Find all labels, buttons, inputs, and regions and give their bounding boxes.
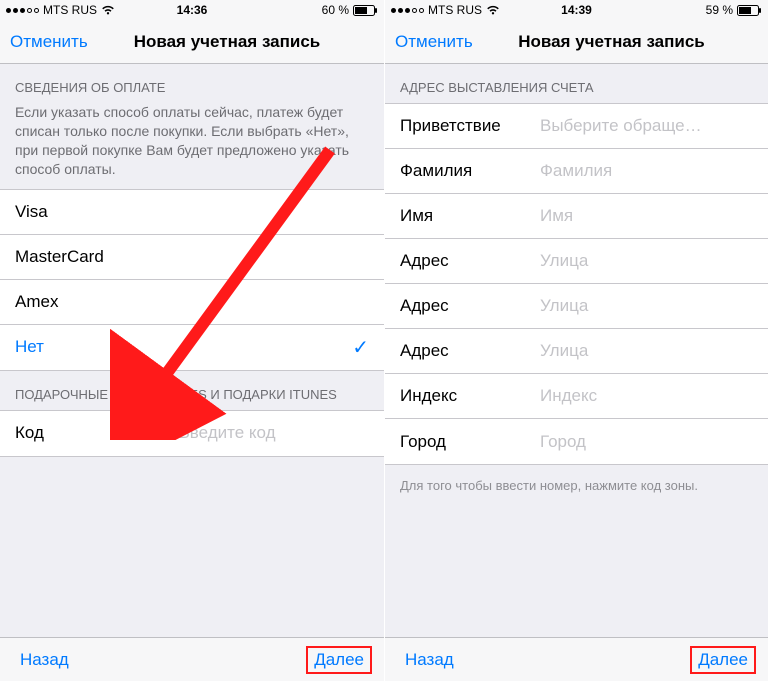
billing-footer: Для того чтобы ввести номер, нажмите код… xyxy=(385,465,768,503)
salutation-value: Выберите обраще… xyxy=(540,116,753,136)
lastname-input[interactable] xyxy=(540,161,753,181)
gift-code-input[interactable] xyxy=(85,423,369,443)
firstname-row[interactable]: Имя xyxy=(385,194,768,239)
option-label: MasterCard xyxy=(15,247,104,267)
cancel-button[interactable]: Отменить xyxy=(0,32,98,52)
battery-icon xyxy=(737,5,762,16)
field-label: Адрес xyxy=(400,251,540,271)
option-label: Visa xyxy=(15,202,48,222)
field-label: Фамилия xyxy=(400,161,540,181)
status-time: 14:39 xyxy=(561,3,592,17)
back-button[interactable]: Назад xyxy=(397,646,462,674)
wifi-icon xyxy=(486,5,500,15)
option-label: Amex xyxy=(15,292,58,312)
phone-right: MTS RUS 14:39 59 % Отменить Новая учетна… xyxy=(384,0,768,681)
salutation-row[interactable]: Приветствие Выберите обраще… xyxy=(385,104,768,149)
gift-code-label: Код xyxy=(15,423,85,443)
address2-input[interactable] xyxy=(540,296,753,316)
payment-section-desc: Если указать способ оплаты сейчас, плате… xyxy=(0,103,384,189)
gift-section-header: ПОДАРОЧНЫЕ КАРТЫ ITUNES И ПОДАРКИ ITUNES xyxy=(0,371,384,410)
payment-option-mastercard[interactable]: MasterCard xyxy=(0,235,384,280)
option-label: Нет xyxy=(15,337,44,357)
postal-row[interactable]: Индекс xyxy=(385,374,768,419)
field-label: Индекс xyxy=(400,386,540,406)
gift-code-row[interactable]: Код xyxy=(0,411,384,456)
signal-dots-icon xyxy=(6,8,39,13)
address3-input[interactable] xyxy=(540,341,753,361)
next-button[interactable]: Далее xyxy=(690,646,756,674)
nav-bar: Отменить Новая учетная запись xyxy=(385,20,768,64)
payment-section-header: СВЕДЕНИЯ ОБ ОПЛАТЕ xyxy=(0,64,384,103)
gift-code-group: Код xyxy=(0,410,384,457)
city-input[interactable] xyxy=(540,432,753,452)
field-label: Город xyxy=(400,432,540,452)
field-label: Адрес xyxy=(400,296,540,316)
cancel-button[interactable]: Отменить xyxy=(385,32,483,52)
field-label: Приветствие xyxy=(400,116,540,136)
field-label: Адрес xyxy=(400,341,540,361)
address1-input[interactable] xyxy=(540,251,753,271)
field-label: Имя xyxy=(400,206,540,226)
status-left: MTS RUS xyxy=(391,3,500,17)
battery-percent: 59 % xyxy=(706,3,733,17)
next-button[interactable]: Далее xyxy=(306,646,372,674)
lastname-row[interactable]: Фамилия xyxy=(385,149,768,194)
status-time: 14:36 xyxy=(177,3,208,17)
payment-options-list: Visa MasterCard Amex Нет ✓ xyxy=(0,189,384,371)
back-button[interactable]: Назад xyxy=(12,646,77,674)
payment-option-visa[interactable]: Visa xyxy=(0,190,384,235)
bottom-toolbar: Назад Далее xyxy=(385,637,768,681)
address3-row[interactable]: Адрес xyxy=(385,329,768,374)
payment-option-none[interactable]: Нет ✓ xyxy=(0,325,384,370)
status-bar: MTS RUS 14:36 60 % xyxy=(0,0,384,20)
status-right: 60 % xyxy=(322,3,378,17)
carrier-label: MTS RUS xyxy=(43,3,97,17)
payment-option-amex[interactable]: Amex xyxy=(0,280,384,325)
status-right: 59 % xyxy=(706,3,762,17)
billing-form: Приветствие Выберите обраще… Фамилия Имя… xyxy=(385,103,768,465)
checkmark-icon: ✓ xyxy=(352,335,369,360)
bottom-toolbar: Назад Далее xyxy=(0,637,384,681)
phone-left: MTS RUS 14:36 60 % Отменить Новая учетна… xyxy=(0,0,384,681)
billing-section-header: АДРЕС ВЫСТАВЛЕНИЯ СЧЕТА xyxy=(385,64,768,103)
status-left: MTS RUS xyxy=(6,3,115,17)
city-row[interactable]: Город xyxy=(385,419,768,464)
scroll-content[interactable]: АДРЕС ВЫСТАВЛЕНИЯ СЧЕТА Приветствие Выбе… xyxy=(385,64,768,637)
address1-row[interactable]: Адрес xyxy=(385,239,768,284)
carrier-label: MTS RUS xyxy=(428,3,482,17)
battery-percent: 60 % xyxy=(322,3,349,17)
nav-bar: Отменить Новая учетная запись xyxy=(0,20,384,64)
address2-row[interactable]: Адрес xyxy=(385,284,768,329)
wifi-icon xyxy=(101,5,115,15)
battery-icon xyxy=(353,5,378,16)
firstname-input[interactable] xyxy=(540,206,753,226)
postal-input[interactable] xyxy=(540,386,753,406)
status-bar: MTS RUS 14:39 59 % xyxy=(385,0,768,20)
scroll-content[interactable]: СВЕДЕНИЯ ОБ ОПЛАТЕ Если указать способ о… xyxy=(0,64,384,637)
signal-dots-icon xyxy=(391,8,424,13)
